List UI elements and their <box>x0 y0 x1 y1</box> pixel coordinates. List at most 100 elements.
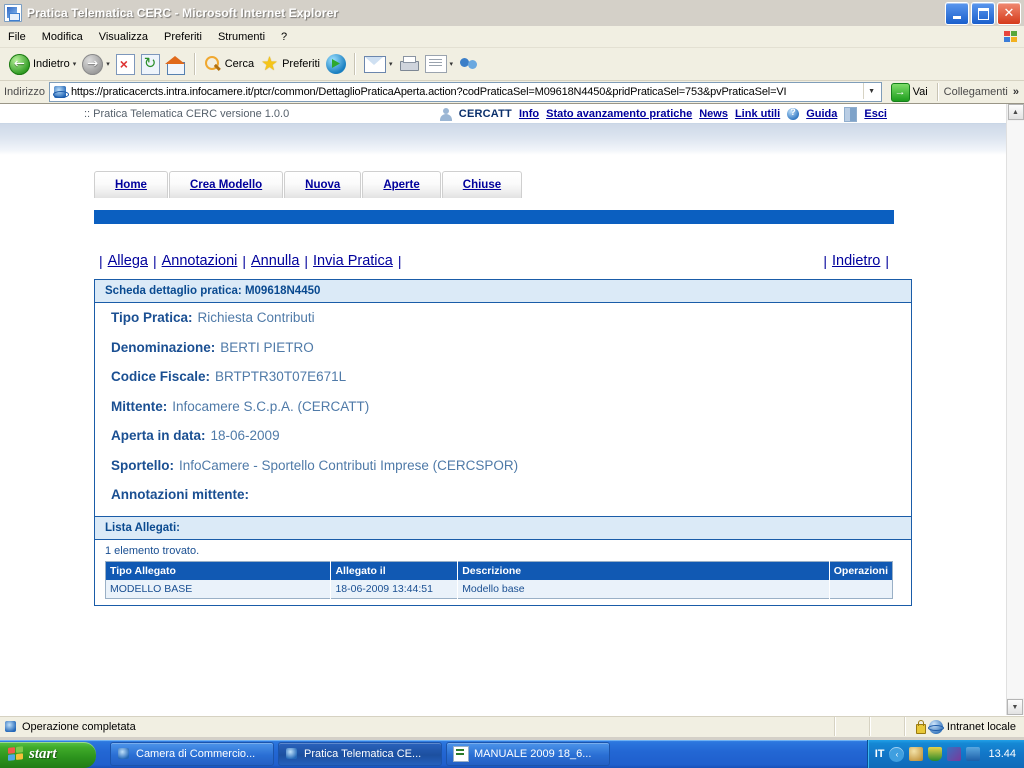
address-dropdown-icon[interactable]: ▼ <box>862 83 880 99</box>
star-icon: ★ <box>261 53 279 75</box>
header-link-link-utili[interactable]: Link utili <box>735 108 780 120</box>
menu-item-help[interactable]: ? <box>273 29 295 45</box>
menu-item-modifica[interactable]: Modifica <box>34 29 91 45</box>
mail-button[interactable]: ▾ <box>361 51 396 77</box>
field-label: Codice Fiscale: <box>111 369 211 385</box>
security-zone[interactable]: Intranet locale <box>903 717 1024 736</box>
messenger-button[interactable] <box>456 51 482 77</box>
taskbar-item-camera-di-commercio[interactable]: Camera di Commercio... <box>110 742 274 766</box>
column-header-descrizione[interactable]: Descrizione <box>457 561 830 580</box>
header-link-news[interactable]: News <box>699 108 728 120</box>
page-icon <box>52 85 69 100</box>
search-button-label: Cerca <box>224 58 255 70</box>
chevron-right-icon[interactable]: » <box>1013 86 1019 98</box>
monitor-tray-icon[interactable] <box>966 747 981 761</box>
action-separator-4: | <box>397 253 402 269</box>
start-button-label: start <box>29 746 57 762</box>
field-annotazioni-mittente: Annotazioni mittente: <box>95 480 911 510</box>
column-header-allegato-il[interactable]: Allegato il <box>330 561 459 580</box>
action-link-invia-pratica[interactable]: Invia Pratica <box>313 253 393 269</box>
menu-item-strumenti[interactable]: Strumenti <box>210 29 273 45</box>
favorites-button-label: Preferiti <box>282 58 320 70</box>
exit-icon <box>844 106 858 122</box>
forward-button[interactable]: → ▾ <box>79 51 113 77</box>
help-icon <box>787 107 800 120</box>
address-input[interactable]: https://praticacercts.intra.infocamere.i… <box>48 82 882 102</box>
header-link-guida[interactable]: Guida <box>806 108 837 120</box>
cell-descrizione: Modello base <box>457 579 830 599</box>
taskbar-item-pratica-telematica[interactable]: Pratica Telematica CE... <box>278 742 442 766</box>
chevron-down-icon[interactable]: ▾ <box>73 60 77 68</box>
chevron-down-icon-edit[interactable]: ▾ <box>450 60 454 68</box>
menu-item-file[interactable]: File <box>0 29 34 45</box>
header-link-esci[interactable]: Esci <box>864 108 887 120</box>
window-title: Pratica Telematica CERC - Microsoft Inte… <box>27 6 339 20</box>
tab-chiuse[interactable]: Chiuse <box>441 171 523 198</box>
close-icon: ✕ <box>1003 6 1015 21</box>
shield-tray-icon[interactable] <box>928 747 943 761</box>
clock[interactable]: 13.44 <box>988 748 1016 760</box>
search-button[interactable]: Cerca <box>201 51 257 77</box>
tab-aperte[interactable]: Aperte <box>362 171 441 198</box>
action-link-allega[interactable]: Allega <box>108 253 148 269</box>
browser-toolbar: ← Indietro ▾ → ▾ Cerca ★ Preferiti ▾ ▾ <box>0 48 1024 81</box>
header-link-info[interactable]: Info <box>519 108 539 120</box>
media-button[interactable] <box>323 51 349 77</box>
back-button[interactable]: ← Indietro ▾ <box>6 51 79 77</box>
scrollbar-track[interactable] <box>1007 121 1024 698</box>
field-value: BRTPTR30T07E671L <box>215 369 347 385</box>
windows-taskbar: start Camera di Commercio... Pratica Tel… <box>0 740 1024 768</box>
language-indicator[interactable]: IT <box>875 748 885 760</box>
attachments-section-title: Lista Allegati: <box>95 515 911 540</box>
print-button[interactable] <box>396 51 422 77</box>
action-link-annotazioni[interactable]: Annotazioni <box>162 253 238 269</box>
action-separator-0: | <box>99 253 103 269</box>
menu-item-visualizza[interactable]: Visualizza <box>91 29 156 45</box>
status-page-icon <box>4 720 18 734</box>
action-separator-6: | <box>885 253 889 269</box>
java-tray-icon[interactable] <box>909 747 924 761</box>
network-tray-icon[interactable] <box>947 747 962 761</box>
header-link-stato-avanzamento[interactable]: Stato avanzamento pratiche <box>546 108 692 120</box>
status-text: Operazione completata <box>22 720 136 733</box>
chevron-down-icon-forward[interactable]: ▾ <box>106 60 110 68</box>
action-link-annulla[interactable]: Annulla <box>251 253 299 269</box>
home-button[interactable] <box>163 51 189 77</box>
action-link-indietro[interactable]: Indietro <box>832 253 880 269</box>
system-tray: IT ‹ 13.44 <box>866 740 1024 768</box>
toolbar-divider-2 <box>353 53 356 75</box>
column-header-operazioni[interactable]: Operazioni <box>829 561 893 580</box>
scroll-down-button[interactable]: ▼ <box>1007 699 1023 715</box>
edit-button[interactable]: ▾ <box>422 51 457 77</box>
go-button[interactable]: → Vai <box>887 82 932 102</box>
refresh-button[interactable] <box>138 51 163 77</box>
tab-crea-modello-label: Crea Modello <box>189 179 263 191</box>
go-arrow-icon: → <box>890 82 910 102</box>
status-pane-1 <box>833 717 869 736</box>
scroll-up-button[interactable]: ▲ <box>1007 104 1024 120</box>
tab-home[interactable]: Home <box>94 171 168 198</box>
table-row[interactable]: MODELLO BASE 18-06-2009 13:44:51 Modello… <box>105 579 893 599</box>
links-label[interactable]: Collegamenti <box>944 86 1008 98</box>
column-header-tipo-allegato[interactable]: Tipo Allegato <box>105 561 332 580</box>
favorites-button[interactable]: ★ Preferiti <box>257 51 323 77</box>
stop-button[interactable] <box>113 51 138 77</box>
windows-logo-button[interactable] <box>998 26 1024 47</box>
maximize-button[interactable] <box>971 2 995 25</box>
address-url-text: https://praticacercts.intra.infocamere.i… <box>70 86 787 98</box>
navigation-tabs: Home Crea Modello Nuova Aperte Chiuse <box>94 171 1007 198</box>
tab-chiuse-label: Chiuse <box>462 179 502 191</box>
field-value: Infocamere S.C.p.A. (CERCATT) <box>172 398 370 414</box>
vertical-scrollbar[interactable]: ▲ ▼ <box>1006 104 1024 715</box>
taskbar-item-manuale[interactable]: MANUALE 2009 18_6... <box>446 742 610 766</box>
chevron-left-icon[interactable]: ‹ <box>889 746 905 762</box>
menu-item-preferiti[interactable]: Preferiti <box>156 29 210 45</box>
tab-crea-modello[interactable]: Crea Modello <box>168 171 284 198</box>
start-button[interactable]: start <box>0 741 96 768</box>
tab-nuova[interactable]: Nuova <box>284 171 362 198</box>
close-button[interactable]: ✕ <box>997 2 1021 25</box>
field-denominazione: Denominazione: BERTI PIETRO <box>95 333 911 363</box>
windows-flag-icon <box>1004 30 1018 43</box>
minimize-button[interactable] <box>945 2 969 25</box>
chevron-down-icon-mail[interactable]: ▾ <box>389 60 393 68</box>
